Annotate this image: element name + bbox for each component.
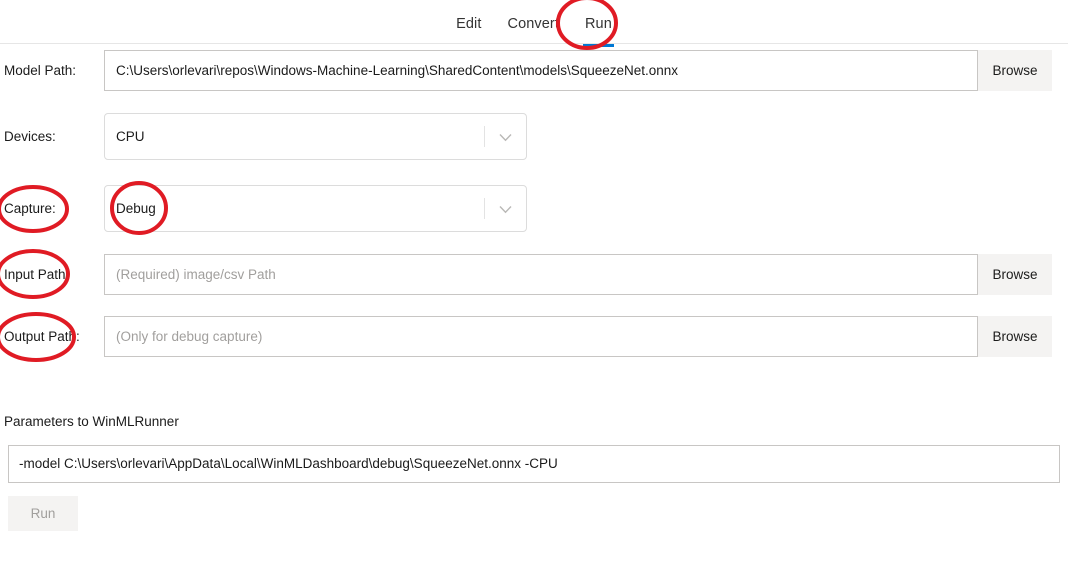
tab-convert[interactable]: Convert bbox=[495, 10, 572, 34]
model-path-input[interactable]: C:\Users\orlevari\repos\Windows-Machine-… bbox=[104, 50, 978, 91]
devices-dropdown[interactable]: CPU bbox=[104, 113, 527, 160]
devices-dropdown-value: CPU bbox=[116, 129, 145, 144]
output-path-field-group: (Only for debug capture) Browse bbox=[104, 316, 1052, 357]
form-row-output-path: Output Path: (Only for debug capture) Br… bbox=[0, 316, 1068, 357]
chevron-down-icon bbox=[498, 131, 513, 144]
devices-label: Devices: bbox=[4, 128, 56, 144]
input-path-label: Input Path: bbox=[4, 266, 70, 282]
tab-run-label: Run bbox=[584, 15, 612, 32]
capture-dropdown-value: Debug bbox=[116, 201, 156, 216]
parameters-label: Parameters to WinMLRunner bbox=[4, 414, 179, 429]
input-path-input[interactable]: (Required) image/csv Path bbox=[104, 254, 978, 295]
tab-edit[interactable]: Edit bbox=[443, 10, 494, 34]
tab-run[interactable]: Run bbox=[572, 10, 625, 47]
tab-edit-label: Edit bbox=[456, 15, 482, 32]
chevron-down-icon bbox=[498, 203, 513, 216]
input-path-field-group: (Required) image/csv Path Browse bbox=[104, 254, 1052, 295]
form-row-capture: Capture: Debug bbox=[0, 185, 1068, 232]
tab-bar-divider bbox=[0, 43, 1068, 44]
output-path-label: Output Path: bbox=[4, 328, 80, 344]
model-path-label: Model Path: bbox=[4, 62, 77, 78]
input-path-browse-button[interactable]: Browse bbox=[978, 254, 1052, 295]
tab-bar: Edit Convert Run bbox=[0, 0, 1068, 47]
tab-list: Edit Convert Run bbox=[0, 0, 1068, 47]
tab-convert-label: Convert bbox=[507, 15, 559, 32]
output-path-browse-button[interactable]: Browse bbox=[978, 316, 1052, 357]
capture-field-group: Debug bbox=[104, 185, 527, 232]
capture-dropdown[interactable]: Debug bbox=[104, 185, 527, 232]
parameters-input[interactable]: -model C:\Users\orlevari\AppData\Local\W… bbox=[8, 445, 1060, 483]
form-row-input-path: Input Path: (Required) image/csv Path Br… bbox=[0, 254, 1068, 295]
model-path-field-group: C:\Users\orlevari\repos\Windows-Machine-… bbox=[104, 50, 1052, 91]
form-row-model-path: Model Path: C:\Users\orlevari\repos\Wind… bbox=[0, 50, 1068, 91]
form-row-devices: Devices: CPU bbox=[0, 113, 1068, 160]
model-path-browse-button[interactable]: Browse bbox=[978, 50, 1052, 91]
capture-dropdown-separator bbox=[484, 198, 485, 219]
devices-field-group: CPU bbox=[104, 113, 527, 160]
capture-label: Capture: bbox=[4, 200, 56, 216]
output-path-input[interactable]: (Only for debug capture) bbox=[104, 316, 978, 357]
devices-dropdown-separator bbox=[484, 126, 485, 147]
run-button[interactable]: Run bbox=[8, 496, 78, 531]
